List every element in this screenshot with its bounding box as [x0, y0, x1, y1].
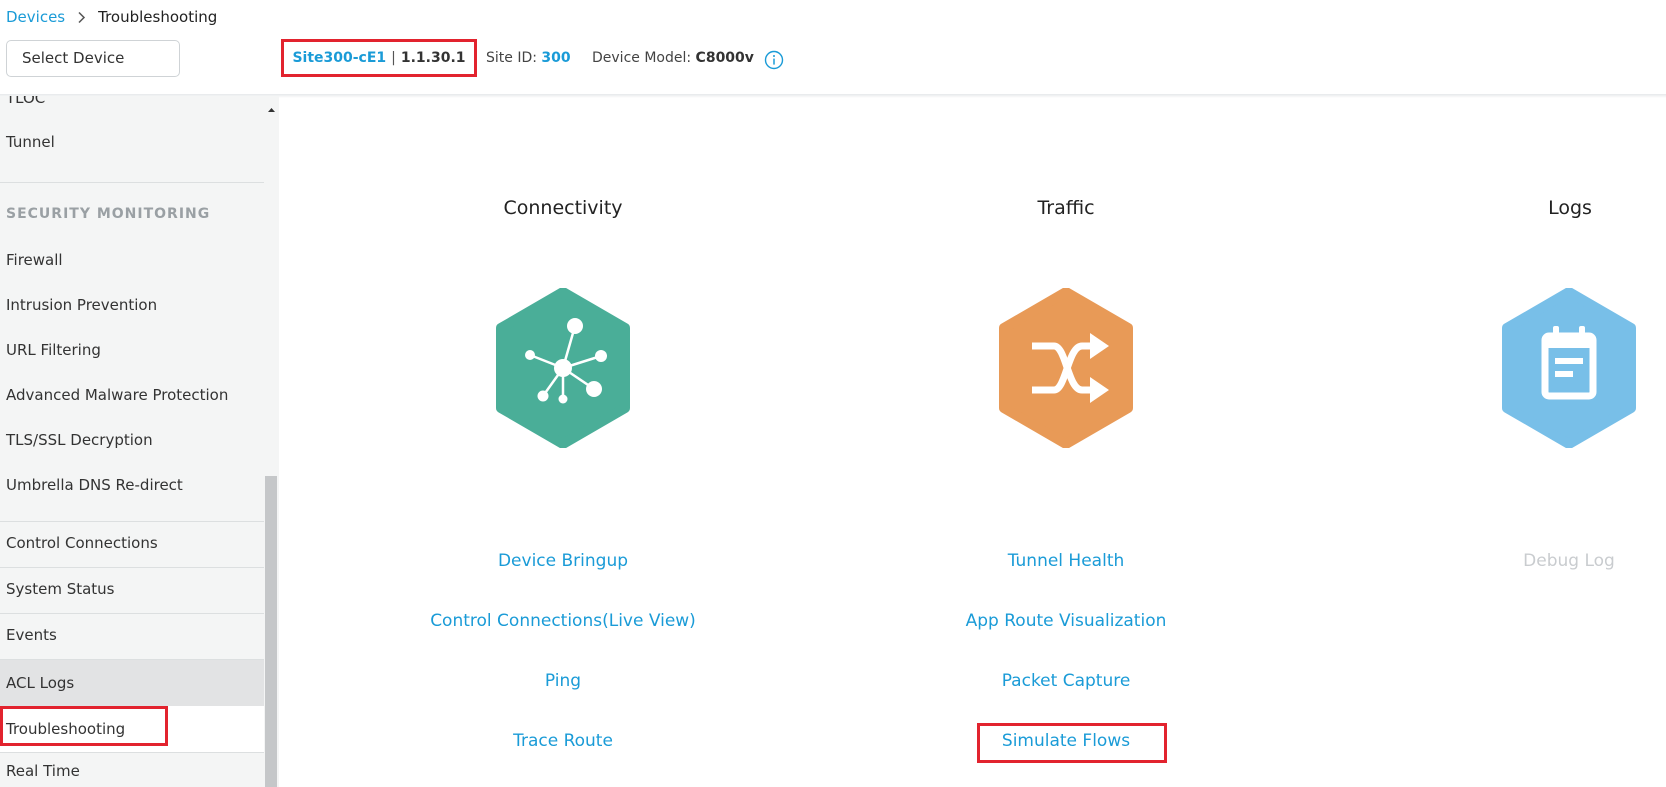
- shuffle-arrows-icon: [996, 287, 1136, 449]
- sidebar-item-tls-ssl[interactable]: TLS/SSL Decryption: [0, 431, 264, 449]
- link-debug-log: Debug Log: [1523, 551, 1615, 571]
- sidebar: TLOC Tunnel SECURITY MONITORING Firewall…: [0, 96, 265, 787]
- link-device-bringup[interactable]: Device Bringup: [383, 551, 743, 571]
- chevron-right-icon: [77, 11, 86, 24]
- sidebar-divider: [0, 521, 264, 522]
- sidebar-item-tunnel[interactable]: Tunnel: [0, 133, 264, 151]
- highlight-simulate-flows: [977, 723, 1167, 763]
- breadcrumb-current: Troubleshooting: [98, 8, 218, 26]
- link-ping[interactable]: Ping: [383, 671, 743, 691]
- device-model-label: Device Model:: [592, 50, 692, 66]
- site-id-value: 300: [541, 50, 571, 66]
- connectivity-title: Connectivity: [503, 197, 623, 219]
- sidebar-item-firewall[interactable]: Firewall: [0, 251, 264, 269]
- sidebar-scrollbar-thumb[interactable]: [265, 476, 277, 787]
- sidebar-divider: [0, 613, 264, 614]
- select-device-dropdown[interactable]: Select Device: [6, 40, 180, 77]
- sidebar-item-system-status[interactable]: System Status: [0, 580, 264, 598]
- site-id: Site ID: 300: [486, 50, 571, 66]
- device-separator: |: [391, 50, 396, 66]
- scroll-up-arrow-icon[interactable]: [264, 100, 279, 112]
- link-app-route-visualization[interactable]: App Route Visualization: [886, 611, 1246, 631]
- device-identity: Site300-cE1 | 1.1.30.1: [281, 39, 477, 77]
- traffic-title: Traffic: [1037, 197, 1095, 219]
- sidebar-item-events[interactable]: Events: [0, 626, 264, 644]
- sidebar-divider: [0, 567, 264, 568]
- highlight-troubleshooting: [0, 706, 168, 746]
- breadcrumb-devices-link[interactable]: Devices: [6, 8, 65, 26]
- sidebar-heading-security: SECURITY MONITORING: [6, 206, 211, 222]
- calendar-log-icon: [1499, 287, 1639, 449]
- sidebar-item-umbrella[interactable]: Umbrella DNS Re-direct: [0, 476, 264, 494]
- sidebar-item-tloc[interactable]: TLOC: [0, 96, 264, 107]
- sidebar-item-intrusion-prevention[interactable]: Intrusion Prevention: [0, 296, 264, 314]
- link-tunnel-health[interactable]: Tunnel Health: [886, 551, 1246, 571]
- site-id-label: Site ID:: [486, 50, 537, 66]
- sidebar-item-url-filtering[interactable]: URL Filtering: [0, 341, 264, 359]
- device-name[interactable]: Site300-cE1: [292, 50, 386, 66]
- link-trace-route[interactable]: Trace Route: [383, 731, 743, 751]
- logs-title: Logs: [1548, 197, 1592, 219]
- network-hub-icon: [493, 287, 633, 449]
- breadcrumb: Devices Troubleshooting: [6, 7, 217, 27]
- sidebar-divider: [0, 752, 264, 753]
- sidebar-item-control-connections[interactable]: Control Connections: [0, 534, 264, 552]
- sidebar-divider: [0, 182, 264, 183]
- sidebar-item-amp[interactable]: Advanced Malware Protection: [0, 386, 264, 404]
- sidebar-item-real-time[interactable]: Real Time: [0, 762, 264, 780]
- device-ip: 1.1.30.1: [400, 50, 466, 66]
- link-control-connections-live[interactable]: Control Connections(Live View): [383, 611, 743, 631]
- device-model: Device Model: C8000v: [592, 50, 754, 66]
- link-packet-capture[interactable]: Packet Capture: [886, 671, 1246, 691]
- info-icon[interactable]: [764, 50, 784, 70]
- device-model-value: C8000v: [695, 50, 754, 66]
- sidebar-item-acl-logs[interactable]: ACL Logs: [0, 660, 264, 706]
